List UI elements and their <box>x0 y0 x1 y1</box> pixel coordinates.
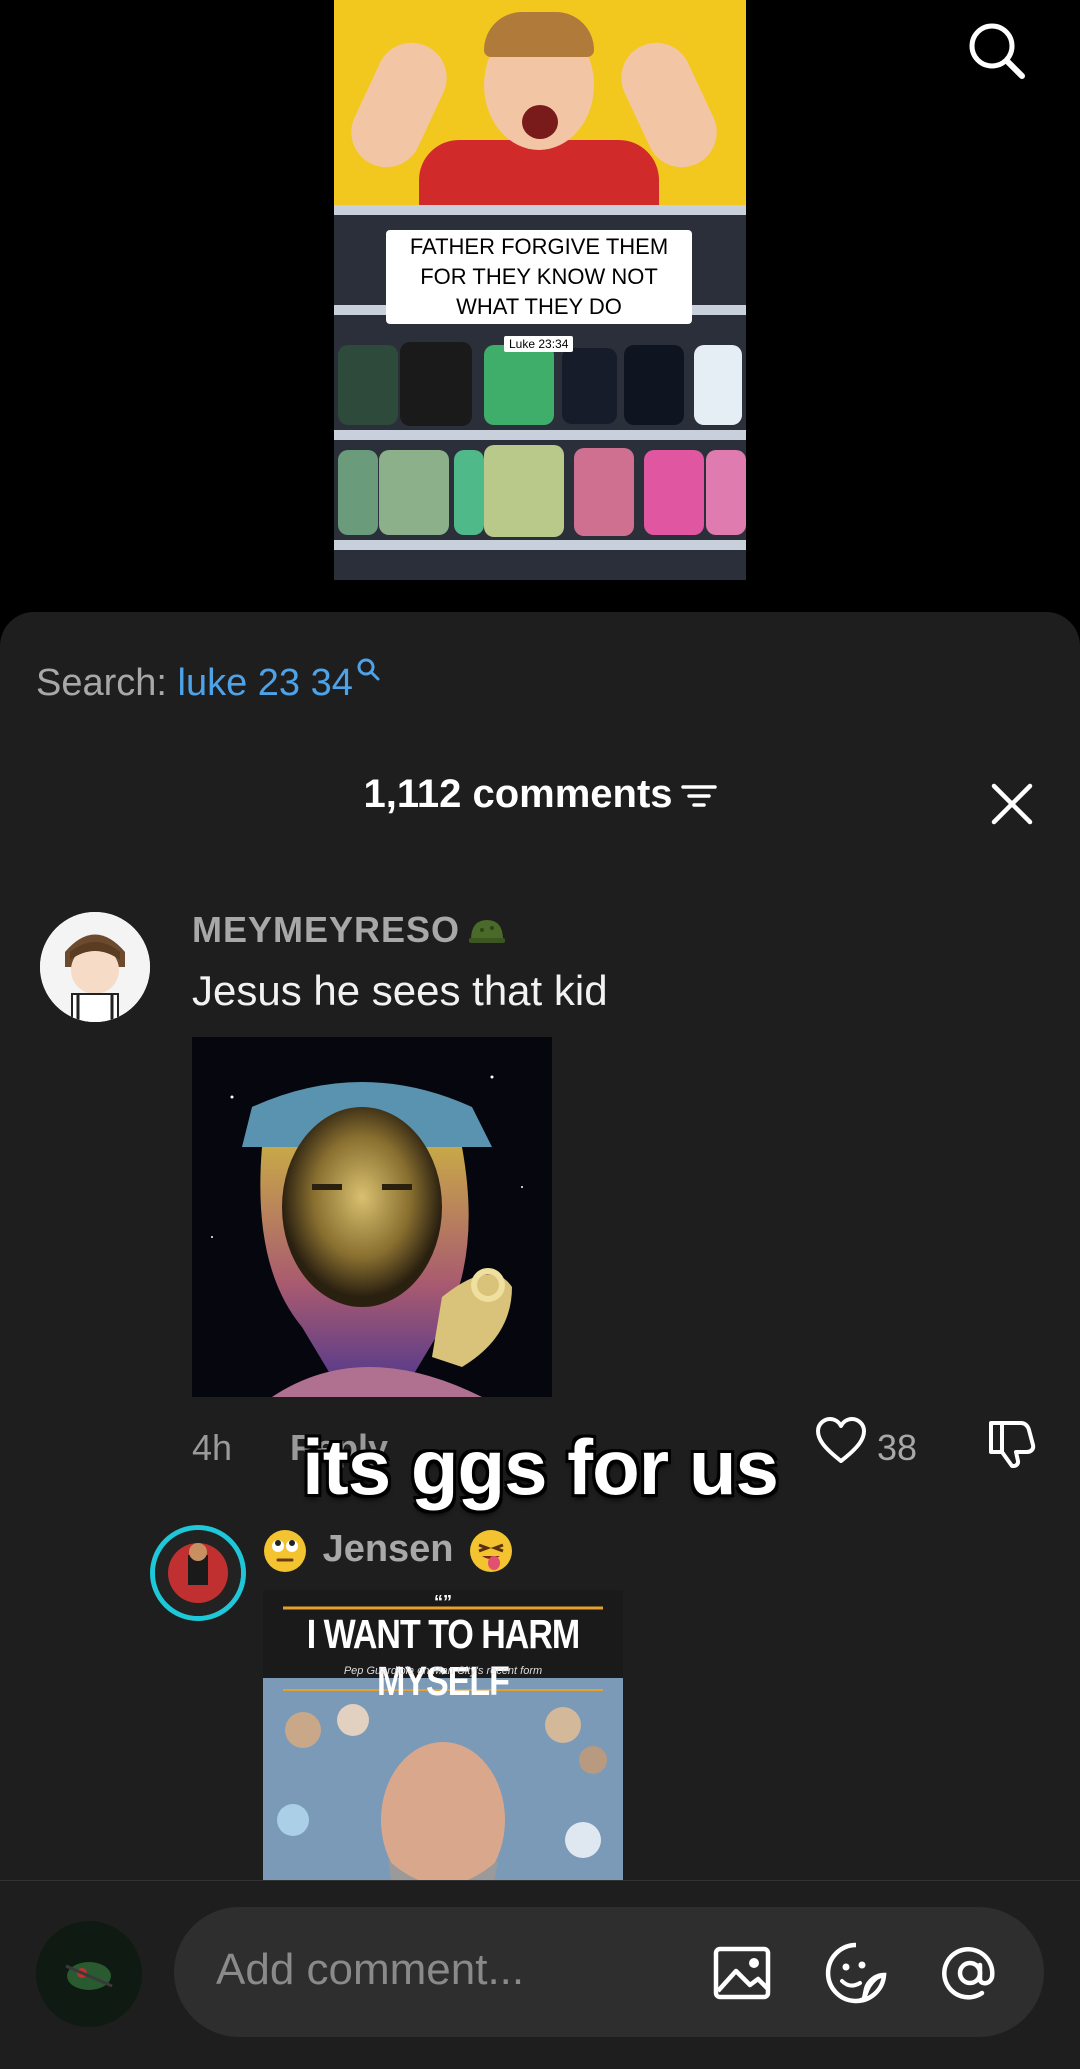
video-reference: Luke 23:34 <box>504 336 574 352</box>
lunchbag <box>644 450 704 535</box>
video-area[interactable]: FATHER FORGIVE THEM FOR THEY KNOW NOT WH… <box>0 0 1080 620</box>
lunchbag <box>562 348 617 424</box>
kid-hair <box>484 12 594 57</box>
username-text: MEYMEYRESO <box>192 909 461 950</box>
video-overlay-caption: its ggs for us <box>302 1423 779 1511</box>
lunchbag <box>379 450 449 535</box>
sort-icon[interactable] <box>680 782 717 810</box>
avatar[interactable] <box>150 1525 246 1621</box>
shelf <box>334 540 746 550</box>
lunchbag <box>706 450 746 535</box>
avatar[interactable] <box>40 912 150 1022</box>
kid-shirt <box>419 140 659 215</box>
lunchbag <box>454 450 484 535</box>
lunchbag <box>624 345 684 425</box>
comment-text: Jesus he sees that kid <box>192 967 608 1014</box>
lunchbag <box>484 345 554 425</box>
lunchbag <box>400 342 472 426</box>
avatar-image <box>36 1921 142 2027</box>
lunchbag <box>338 450 378 535</box>
mention-icon[interactable] <box>938 1941 1002 2005</box>
comments-header: 1,112 comments <box>0 772 1080 817</box>
tongue-wink-emoji-icon <box>470 1529 513 1572</box>
reply-image-title: I WANT TO HARM MYSELF <box>306 1612 580 1705</box>
jesus-image <box>192 1037 552 1397</box>
username-text: Jensen <box>322 1528 454 1570</box>
avatar-image <box>40 912 150 1022</box>
lunchbag <box>338 345 398 425</box>
comment-input[interactable]: Add comment... <box>174 1907 1044 2037</box>
quote-marks: “” <box>434 1592 452 1612</box>
comment-input-placeholder: Add comment... <box>216 1945 525 1994</box>
reply-image-subtitle: Pep Guardiola on Man City's recent form <box>343 1665 543 1677</box>
comment-composer: Add comment... <box>0 1880 1080 2069</box>
shelf <box>334 205 746 215</box>
lunchbag <box>574 448 634 536</box>
search-small-icon <box>357 658 380 681</box>
eyes-rolling-emoji-icon <box>264 1529 306 1572</box>
comments-sheet: Search: luke 23 34 1,112 comments MEYMEY… <box>0 612 1080 2068</box>
search-label: Search: <box>36 662 167 704</box>
sticker-icon[interactable] <box>824 1941 888 2005</box>
my-avatar[interactable] <box>36 1921 142 2027</box>
comment-image[interactable] <box>192 1037 552 1397</box>
avatar-image <box>155 1530 241 1616</box>
kid-mouth <box>522 105 558 139</box>
reply-username[interactable]: Jensen <box>264 1528 513 1572</box>
comment-username[interactable]: MEYMEYRESO <box>192 909 506 951</box>
video-thumbnail[interactable]: FATHER FORGIVE THEM FOR THEY KNOW NOT WH… <box>334 0 746 580</box>
search-suggestion[interactable]: Search: luke 23 34 <box>36 658 381 705</box>
video-caption: FATHER FORGIVE THEM FOR THEY KNOW NOT WH… <box>386 230 692 324</box>
close-icon[interactable] <box>990 782 1034 826</box>
search-term-link[interactable]: luke 23 34 <box>178 662 353 704</box>
lunchbag <box>484 445 564 537</box>
shelf <box>334 430 746 440</box>
image-icon[interactable] <box>710 1941 774 2005</box>
helmet-icon <box>469 920 506 944</box>
comments-count: 1,112 comments <box>363 772 673 816</box>
lunchbag <box>694 345 742 425</box>
search-icon[interactable] <box>964 18 1028 82</box>
